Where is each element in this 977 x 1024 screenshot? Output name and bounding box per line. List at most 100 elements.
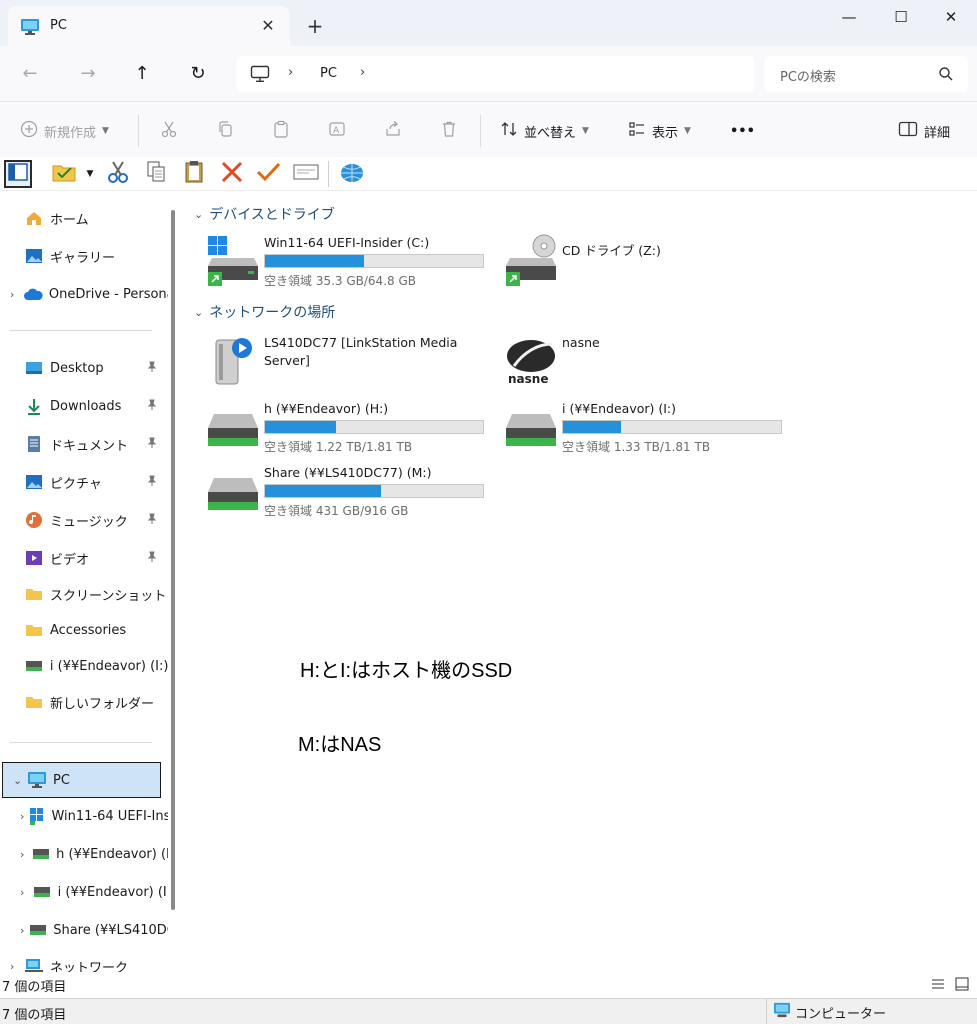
cut-button[interactable] <box>160 119 178 143</box>
paste-tool-button[interactable] <box>180 160 208 188</box>
delete-button[interactable] <box>440 119 458 143</box>
drive-tile-z[interactable]: CD ドライブ (Z:) <box>504 234 804 292</box>
cut-tool-button[interactable] <box>104 160 132 188</box>
sidebar-item-drive-i-pc[interactable]: › i (¥¥Endeavor) (I:) <box>10 876 168 908</box>
rename-icon: A <box>328 120 346 142</box>
sidebar-item-new-folder[interactable]: 新しいフォルダー <box>0 686 168 718</box>
chevron-right-icon[interactable]: › <box>10 960 24 973</box>
tab-close-icon[interactable]: ✕ <box>256 14 280 38</box>
drive-free-space: 空き領域 1.33 TB/1.81 TB <box>562 440 711 454</box>
more-options-button[interactable]: ••• <box>730 119 755 143</box>
apply-tool-button[interactable] <box>254 160 282 188</box>
up-button[interactable]: ↑ <box>128 60 156 88</box>
sidebar-item-home[interactable]: ホーム <box>0 202 168 234</box>
folder-options-button[interactable] <box>48 160 82 188</box>
address-bar[interactable]: › PC › <box>236 56 754 92</box>
sort-button[interactable]: 並べ替え ▼ <box>500 119 589 143</box>
properties-tool-button[interactable] <box>292 160 320 188</box>
view-button[interactable]: 表示 ▼ <box>628 119 691 143</box>
classic-status-bar: 7 個の項目 コンピューター <box>0 998 977 1024</box>
sidebar-item-onedrive[interactable]: › OneDrive - Personal <box>0 278 168 310</box>
rename-button[interactable]: A <box>328 119 346 143</box>
search-input[interactable]: PCの検索 <box>780 66 836 85</box>
navigation-pane-toggle[interactable] <box>4 160 32 188</box>
copy-tool-button[interactable] <box>142 160 170 188</box>
network-drive-icon <box>29 921 47 939</box>
sidebar-scrollbar[interactable] <box>171 210 175 910</box>
sidebar-item-drive-i[interactable]: i (¥¥Endeavor) (I:) <box>0 650 168 682</box>
desktop-icon <box>24 359 44 377</box>
pin-icon[interactable] <box>146 513 158 529</box>
drive-tile-c[interactable]: Win11-64 UEFI-Insider (C:) 空き領域 35.3 GB/… <box>206 234 506 292</box>
chevron-down-icon[interactable]: ⌄ <box>13 774 27 787</box>
network-tool-button[interactable] <box>338 160 366 188</box>
paste-button[interactable] <box>272 119 290 143</box>
sidebar-item-downloads[interactable]: Downloads <box>0 390 168 422</box>
drive-tile-m[interactable]: Share (¥¥LS410DC77) (M:) 空き領域 431 GB/916… <box>206 464 506 522</box>
forward-button[interactable]: → <box>74 60 102 88</box>
pin-icon[interactable] <box>146 361 158 377</box>
refresh-button[interactable]: ↻ <box>184 60 212 88</box>
network-tile-nasne[interactable]: nasne nasne <box>504 334 804 392</box>
close-window-button[interactable]: ✕ <box>928 4 974 30</box>
pin-icon[interactable] <box>146 437 158 453</box>
sidebar-item-screenshots[interactable]: スクリーンショット <box>0 578 168 610</box>
new-tab-button[interactable]: + <box>302 13 328 39</box>
copy-button[interactable] <box>216 119 234 143</box>
drive-tile-i[interactable]: i (¥¥Endeavor) (I:) 空き領域 1.33 TB/1.81 TB <box>504 400 804 458</box>
new-button[interactable]: 新規作成 ▼ <box>20 119 109 143</box>
svg-text:A: A <box>333 126 340 136</box>
chevron-right-icon[interactable]: › <box>20 886 33 899</box>
sidebar-item-gallery[interactable]: ギャラリー <box>0 240 168 272</box>
search-box[interactable]: PCの検索 <box>764 56 968 92</box>
chevron-right-icon[interactable]: › <box>20 810 29 823</box>
sidebar-item-network[interactable]: › ネットワーク <box>0 950 168 972</box>
details-pane-button[interactable]: 詳細 <box>898 119 950 143</box>
sidebar-item-drive-m[interactable]: › Share (¥¥LS410DC77) (M:) <box>10 914 168 946</box>
group-header-devices[interactable]: ⌄ デバイスとドライブ <box>194 204 335 224</box>
chevron-right-icon[interactable]: › <box>10 288 23 301</box>
title-bar: PC ✕ + — ☐ ✕ <box>0 0 977 46</box>
delete-tool-button[interactable] <box>218 160 246 188</box>
sidebar-item-accessories[interactable]: Accessories <box>0 614 168 646</box>
gallery-icon <box>24 247 44 265</box>
breadcrumb-chevron-icon[interactable]: › <box>360 65 365 80</box>
breadcrumb-pc[interactable]: PC <box>320 66 337 81</box>
sidebar-item-pc[interactable]: ⌄ PC <box>2 762 161 798</box>
classic-toolbar: ▼ <box>0 157 977 191</box>
share-button[interactable] <box>384 119 402 143</box>
sidebar-item-drive-c[interactable]: › Win11-64 UEFI-Insider (C:) <box>10 800 168 832</box>
sidebar-item-label: i (¥¥Endeavor) (I:) <box>49 658 168 674</box>
details-view-icon[interactable] <box>930 976 948 994</box>
sidebar-item-documents[interactable]: ドキュメント <box>0 428 168 460</box>
sidebar-item-label: スクリーンショット <box>50 588 167 604</box>
maximize-button[interactable]: ☐ <box>878 4 924 30</box>
tab-pc[interactable]: PC ✕ <box>8 6 290 46</box>
sidebar-item-desktop[interactable]: Desktop <box>0 352 168 384</box>
minimize-button[interactable]: — <box>826 4 872 30</box>
pin-icon[interactable] <box>146 399 158 415</box>
drive-usage-bar <box>264 484 484 498</box>
group-header-network[interactable]: ⌄ ネットワークの場所 <box>194 302 335 322</box>
status-bar: 7 個の項目 <box>0 972 977 998</box>
sidebar-item-drive-h[interactable]: › h (¥¥Endeavor) (H:) <box>10 838 168 870</box>
dropdown-arrow-icon[interactable]: ▼ <box>82 160 98 188</box>
drive-tile-h[interactable]: h (¥¥Endeavor) (H:) 空き領域 1.22 TB/1.81 TB <box>206 400 506 458</box>
pin-icon[interactable] <box>146 475 158 491</box>
item-count: 7 個の項目 <box>2 1008 67 1023</box>
sidebar-item-pictures[interactable]: ピクチャ <box>0 466 168 498</box>
tiles-view-icon[interactable] <box>954 976 972 994</box>
scissors-icon <box>160 120 178 142</box>
breadcrumb-chevron-icon[interactable]: › <box>288 65 293 80</box>
chevron-right-icon[interactable]: › <box>20 848 32 861</box>
zone-indicator: コンピューター <box>766 999 886 1024</box>
pin-icon[interactable] <box>146 551 158 567</box>
chevron-right-icon[interactable]: › <box>20 924 29 937</box>
drive-usage-bar <box>264 254 484 268</box>
back-button[interactable]: ← <box>16 60 44 88</box>
sidebar-item-videos[interactable]: ビデオ <box>0 542 168 574</box>
network-tile-ls410[interactable]: LS410DC77 [LinkStation Media Server] <box>206 334 506 392</box>
sidebar-item-music[interactable]: ミュージック <box>0 504 168 536</box>
navigation-bar: ← → ↑ ↻ › PC › PCの検索 <box>0 46 977 102</box>
view-button-label: 表示 <box>652 125 679 141</box>
